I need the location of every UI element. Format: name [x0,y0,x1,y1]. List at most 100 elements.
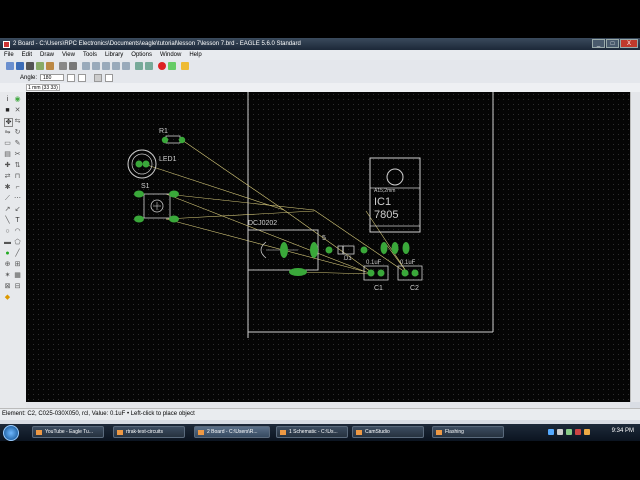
resistor-r1[interactable] [161,135,186,144]
network-icon[interactable] [548,429,554,435]
menu-bar: File Edit Draw View Tools Library Option… [0,50,640,60]
copy-icon[interactable]: ⇆ [14,118,21,125]
taskbar-item-camstudio[interactable]: CamStudio [352,426,424,438]
taskbar-item-flashing[interactable]: Flashing [432,426,504,438]
hole-icon[interactable]: ⊕ [4,261,11,268]
zoom-out-icon[interactable] [102,62,110,70]
miter-icon[interactable]: ⌐ [14,184,21,191]
taskbar-item-schematic[interactable]: 1 Schematic - C:\Us... [276,426,348,438]
led-led1[interactable] [127,149,157,179]
switch-s1[interactable] [134,190,179,223]
menu-library[interactable]: Library [101,52,127,58]
taskbar-item-rtrak[interactable]: rtrak-test-circuits [113,426,185,438]
open-icon[interactable] [6,62,14,70]
tray-app-icon[interactable] [575,429,581,435]
mark-icon[interactable]: ✕ [14,107,21,114]
delete-icon[interactable]: ✂ [14,151,21,158]
stop-icon[interactable] [158,62,166,70]
redraw-icon[interactable] [112,62,120,70]
menu-window[interactable]: Window [156,52,185,58]
spin-toggle-icon[interactable] [67,73,76,82]
minimize-button[interactable]: _ [592,39,605,48]
mirror-toggle-icon[interactable] [78,73,87,82]
text-icon[interactable]: T [14,217,21,224]
board-icon[interactable] [46,62,54,70]
show-icon[interactable]: ◉ [14,96,21,103]
run-icon[interactable] [69,62,77,70]
info-icon[interactable]: i [4,96,11,103]
ratsnest-icon[interactable]: ✶ [4,272,11,279]
errors-icon[interactable]: ◆ [4,294,11,301]
undo-icon[interactable] [135,62,143,70]
option-a-icon[interactable] [94,73,103,82]
ripup-icon[interactable]: ↙ [14,206,21,213]
status-bar: Element: C2, C025-030X050, rcl, Value: 0… [0,408,640,420]
route-icon[interactable]: ↗ [4,206,11,213]
tray-update-icon[interactable] [584,429,590,435]
circle-icon[interactable]: ○ [4,228,11,235]
c2-label: C2 [410,285,419,292]
lock-icon[interactable]: ⊓ [14,173,21,180]
menu-edit[interactable]: Edit [18,52,36,58]
taskbar-item-board[interactable]: 2 Board - C:\Users\R... [194,426,270,438]
group-icon[interactable]: ▭ [4,140,11,147]
optimize-icon[interactable]: ⋯ [14,195,21,202]
script-icon[interactable] [59,62,67,70]
vertical-scrollbar[interactable] [630,92,640,402]
s1-label: S1 [141,183,150,190]
rect-icon[interactable]: ▬ [4,239,11,246]
jack-dcj0202[interactable] [247,229,319,276]
help-icon[interactable] [181,62,189,70]
zoom-in-icon[interactable] [92,62,100,70]
wire-icon[interactable]: ╲ [4,217,11,224]
pinswap-icon[interactable]: ⇅ [14,162,21,169]
airwires [143,139,409,275]
display-icon[interactable]: ■ [4,107,11,114]
menu-tools[interactable]: Tools [79,52,101,58]
start-button[interactable] [3,424,19,441]
print-icon[interactable] [26,62,34,70]
cam-icon[interactable] [36,62,44,70]
zoom-select-icon[interactable] [122,62,130,70]
move-icon[interactable]: ✥ [4,118,13,127]
eagle-window: 2 Board - C:\Users\RPC Electronics\Docum… [0,38,640,441]
autorouter-icon[interactable]: ▦ [14,272,21,279]
menu-file[interactable]: File [0,52,18,58]
rotate-icon[interactable]: ↻ [14,129,21,136]
split-icon[interactable]: ⟋ [4,195,11,202]
battery-icon[interactable] [566,429,572,435]
save-icon[interactable] [16,62,24,70]
redo-icon[interactable] [145,62,153,70]
diode-d1[interactable] [325,245,368,255]
via-icon[interactable]: ● [4,250,11,257]
smash-icon[interactable]: ✱ [4,184,11,191]
maximize-button[interactable]: □ [606,39,619,48]
paste-icon[interactable]: ▤ [4,151,11,158]
close-button[interactable]: X [620,39,638,48]
angle-select[interactable]: 180 [40,74,65,81]
arc-icon[interactable]: ◠ [14,228,21,235]
drc-icon[interactable]: ⊟ [14,283,21,290]
menu-help[interactable]: Help [185,52,205,58]
change-icon[interactable]: ✎ [14,140,21,147]
menu-options[interactable]: Options [127,52,156,58]
menu-view[interactable]: View [58,52,79,58]
replace-icon[interactable]: ⇄ [4,173,11,180]
volume-icon[interactable] [557,429,563,435]
polygon-icon[interactable]: ⬠ [14,239,21,246]
menu-draw[interactable]: Draw [36,52,58,58]
attribute-icon[interactable]: ⊞ [14,261,21,268]
taskbar-item-youtube[interactable]: YouTube - Eagle Tu... [32,426,104,438]
board-canvas[interactable]: R1 LED1 S1 DCJ0202 5 D1 A15,2mm IC1 7805… [26,92,630,402]
capacitor-c1[interactable] [363,265,389,281]
mirror-icon[interactable]: ⇋ [4,129,11,136]
capacitor-c2[interactable] [397,265,423,281]
go-icon[interactable] [168,62,176,70]
r1-label: R1 [159,128,168,135]
zoom-fit-icon[interactable] [82,62,90,70]
erc-icon[interactable]: ⊠ [4,283,11,290]
signal-icon[interactable]: ╱ [14,250,21,257]
c2-value-label: 0.1uF [400,260,416,266]
add-icon[interactable]: ✚ [4,162,11,169]
option-b-icon[interactable] [105,73,114,82]
